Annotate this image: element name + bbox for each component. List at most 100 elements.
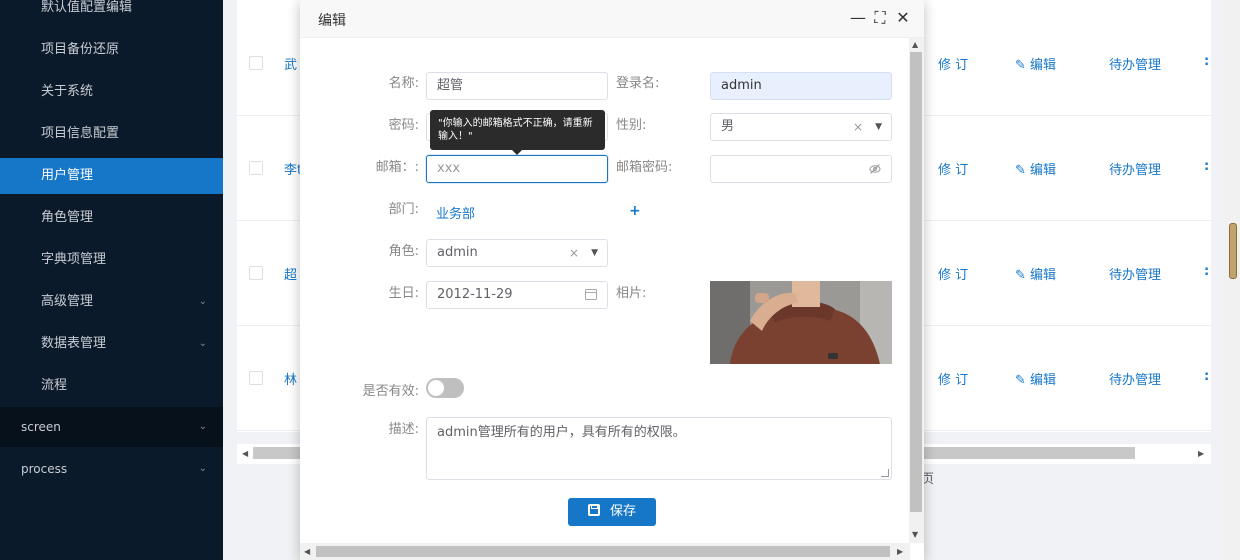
minimize-icon[interactable]: —	[850, 9, 866, 27]
calendar-icon[interactable]	[585, 289, 597, 300]
photo-image	[710, 281, 892, 364]
todo-link[interactable]: 待办管理	[1109, 264, 1161, 283]
scroll-down-arrow-icon[interactable]: ▼	[912, 530, 918, 539]
eye-off-icon[interactable]	[869, 163, 881, 175]
sidebar-item-about[interactable]: 关于系统	[0, 74, 223, 110]
sidebar-item-roles[interactable]: 角色管理	[0, 200, 223, 236]
edit-label: 编辑	[1030, 58, 1057, 73]
edit-icon: ✎	[1015, 373, 1031, 388]
resize-handle-icon[interactable]	[881, 469, 889, 477]
row-checkbox[interactable]	[249, 266, 263, 280]
edit-label: 编辑	[1030, 163, 1057, 178]
more-icon[interactable]: :	[1204, 369, 1209, 384]
more-icon[interactable]: :	[1204, 264, 1209, 279]
sidebar-item-label: 高级管理	[41, 294, 94, 309]
more-icon[interactable]: :	[1204, 54, 1209, 69]
sidebar-group-label: screen	[21, 420, 61, 434]
sidebar-item-label: 数据表管理	[41, 336, 107, 351]
page-scroll-thumb[interactable]	[1229, 223, 1237, 279]
scroll-right-arrow-icon[interactable]: ▶	[1198, 449, 1204, 458]
sidebar-item-label: 项目备份还原	[41, 42, 120, 57]
birthday-picker[interactable]: 2012-11-29	[426, 281, 608, 309]
more-icon[interactable]: :	[1204, 159, 1209, 174]
clear-icon[interactable]: ×	[569, 240, 579, 266]
sidebar-item-default-config[interactable]: 默认值配置编辑	[0, 0, 223, 26]
name-label: 名称:	[388, 76, 419, 91]
row-checkbox[interactable]	[249, 161, 263, 175]
sidebar-group-process[interactable]: process ⌄	[0, 449, 223, 489]
todo-link[interactable]: 待办管理	[1109, 54, 1161, 73]
chevron-down-icon: ⌄	[198, 296, 207, 307]
scroll-up-arrow-icon[interactable]: ▲	[912, 40, 918, 49]
sidebar-item-label: 流程	[41, 378, 68, 393]
user-photo[interactable]	[710, 281, 892, 364]
save-button[interactable]: 保存	[568, 498, 656, 526]
role-label: 角色:	[388, 244, 419, 259]
revise-link[interactable]: 修 订	[938, 264, 968, 283]
user-name-link[interactable]: 武	[284, 54, 297, 73]
edit-icon: ✎	[1015, 58, 1031, 73]
enabled-switch[interactable]	[426, 378, 464, 398]
maximize-icon[interactable]: ⛶	[872, 9, 888, 27]
role-value: admin	[437, 245, 478, 260]
photo-label: 相片:	[616, 286, 647, 301]
edit-link[interactable]: ✎ 编辑	[1015, 54, 1056, 73]
edit-link[interactable]: ✎ 编辑	[1015, 159, 1056, 178]
scroll-right-arrow-icon[interactable]: ▶	[897, 547, 903, 556]
edit-icon: ✎	[1015, 163, 1031, 178]
revise-link[interactable]: 修 订	[938, 369, 968, 388]
sidebar-item-label: 项目信息配置	[41, 126, 120, 141]
switch-knob	[428, 380, 444, 396]
description-value: admin管理所有的用户，具有所有的权限。	[437, 425, 686, 440]
email-password-input[interactable]	[710, 155, 892, 183]
email-input[interactable]: xxx	[426, 155, 608, 183]
save-icon	[587, 504, 600, 516]
todo-link[interactable]: 待办管理	[1109, 369, 1161, 388]
edit-link[interactable]: ✎ 编辑	[1015, 369, 1056, 388]
clear-icon[interactable]: ×	[853, 114, 863, 140]
sidebar-item-label: 用户管理	[41, 168, 94, 183]
scroll-left-arrow-icon[interactable]: ◀	[242, 449, 248, 458]
chevron-down-icon: ⌄	[198, 421, 207, 432]
dialog-scroll-thumb[interactable]	[910, 52, 922, 512]
gender-value: 男	[721, 119, 735, 134]
revise-link[interactable]: 修 订	[938, 54, 968, 73]
chevron-down-icon: ⌄	[198, 463, 207, 474]
row-checkbox[interactable]	[249, 56, 263, 70]
row-checkbox[interactable]	[249, 371, 263, 385]
edit-link[interactable]: ✎ 编辑	[1015, 264, 1056, 283]
dialog-title: 编辑	[318, 13, 346, 29]
login-input[interactable]: admin	[710, 72, 892, 100]
dialog-header[interactable]: 编辑 — ⛶ ✕	[300, 0, 924, 38]
sidebar-item-dictionary[interactable]: 字典项管理	[0, 242, 223, 278]
sidebar-item-backup[interactable]: 项目备份还原	[0, 32, 223, 68]
user-name-link[interactable]: 超	[284, 264, 297, 283]
user-name-link[interactable]: 林	[284, 369, 297, 388]
sidebar-item-project-info[interactable]: 项目信息配置	[0, 116, 223, 152]
sidebar-item-flow[interactable]: 流程	[0, 368, 223, 404]
gender-select[interactable]: 男 × ▼	[710, 113, 892, 141]
dialog-hscroll-thumb[interactable]	[316, 546, 890, 557]
birthday-label: 生日:	[388, 286, 419, 301]
revise-link[interactable]: 修 订	[938, 159, 968, 178]
chevron-down-icon: ⌄	[198, 338, 207, 349]
add-department-icon[interactable]: +	[629, 203, 641, 219]
department-value[interactable]: 业务部	[436, 203, 475, 222]
edit-label: 编辑	[1030, 373, 1057, 388]
close-icon[interactable]: ✕	[895, 9, 911, 27]
chevron-down-icon[interactable]: ▼	[591, 240, 598, 266]
page-vertical-scrollbar[interactable]	[1224, 0, 1240, 560]
password-label: 密码:	[388, 118, 419, 133]
description-textarea[interactable]: admin管理所有的用户，具有所有的权限。	[426, 417, 892, 480]
name-input[interactable]: 超管	[426, 72, 608, 100]
todo-link[interactable]: 待办管理	[1109, 159, 1161, 178]
gender-label: 性别:	[616, 118, 647, 133]
chevron-down-icon[interactable]: ▼	[875, 114, 882, 140]
sidebar-group-screen[interactable]: screen ⌄	[0, 407, 223, 447]
sidebar-item-datatables[interactable]: 数据表管理 ⌄	[0, 326, 223, 362]
sidebar-item-users[interactable]: 用户管理	[0, 158, 223, 194]
sidebar-item-advanced[interactable]: 高级管理 ⌄	[0, 284, 223, 320]
save-label: 保存	[609, 504, 636, 519]
role-select[interactable]: admin × ▼	[426, 239, 608, 267]
scroll-left-arrow-icon[interactable]: ◀	[304, 547, 310, 556]
